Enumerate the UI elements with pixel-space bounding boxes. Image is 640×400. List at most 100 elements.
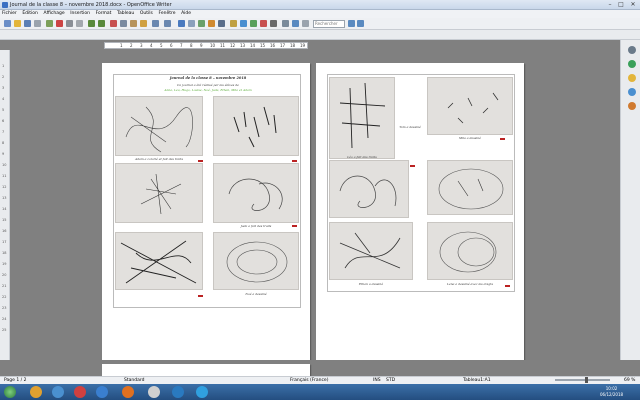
skype-icon[interactable] [172,386,184,398]
horizontal-ruler[interactable] [104,42,308,49]
drawing-photo [213,163,299,223]
ruler-number: 17 [280,43,286,48]
drawing-photo [427,77,513,135]
start-button-icon[interactable] [4,386,16,398]
image-icon[interactable] [198,20,205,27]
app-icon[interactable] [74,386,86,398]
openoffice-icon[interactable] [148,386,160,398]
vruler-number: 13 [2,196,7,200]
toolbar-options-icon[interactable] [302,20,309,27]
ruler-number: 18 [290,43,296,48]
open-folder-icon[interactable] [14,20,21,27]
vruler-number: 6 [2,119,5,123]
undo-icon[interactable] [152,20,159,27]
print-icon[interactable] [66,20,73,27]
find-down-icon[interactable] [348,20,355,27]
navigator-side-icon[interactable] [628,88,636,96]
edit-mode-icon[interactable] [46,20,53,27]
media-player-icon[interactable] [52,386,64,398]
drawing-photo [329,222,413,280]
drawing-photo [213,96,299,156]
drawing-photo [213,232,299,290]
navigator-icon[interactable] [240,20,247,27]
drawing-photo [115,163,203,223]
export-pdf-icon[interactable] [56,20,63,27]
dropbox-icon[interactable] [96,386,108,398]
menu-fichier[interactable]: Fichier [0,10,19,18]
hyperlink-icon[interactable] [178,20,185,27]
dense-scribble-drawing [120,240,197,284]
spellcheck-icon[interactable] [88,20,95,27]
red-mark [292,160,297,162]
zoom-slider[interactable] [555,379,610,381]
search-input[interactable]: Rechercher [313,20,345,28]
table-icon[interactable] [188,20,195,27]
properties-icon[interactable] [628,46,636,54]
drawing-caption: Noé a dessiné [245,292,267,296]
find-up-icon[interactable] [357,20,364,27]
zoom-slider-handle[interactable] [585,377,588,383]
menu-aide[interactable]: Aide [179,10,193,18]
nonprinting-chars-icon[interactable] [270,20,277,27]
menu-tableau[interactable]: Tableau [115,10,136,18]
vruler-number: 2 [2,75,5,79]
redo-icon[interactable] [164,20,171,27]
horizontal-ruler-bar [0,30,640,40]
new-document-icon[interactable] [4,20,11,27]
telegram-icon[interactable] [196,386,208,398]
firefox-icon[interactable] [122,386,134,398]
title-bar: Journal de la classe 8 – novembre 2018.d… [0,0,640,10]
drawing-caption: Jade a fait des traits [240,224,272,228]
autocheck-icon[interactable] [98,20,105,27]
windows-taskbar: 10:02 06/12/2018 [0,384,640,400]
vruler-number: 10 [2,163,7,167]
close-button[interactable]: ✕ [628,1,638,8]
vruler-number: 11 [2,174,7,178]
functions-side-icon[interactable] [628,102,636,110]
menu-affichage[interactable]: Affichage [41,10,66,18]
email-icon[interactable] [34,20,41,27]
status-bar: Page 1 / 2 Standard Français (France) IN… [0,376,640,384]
menu-outils[interactable]: Outils [138,10,155,18]
drawing-photo [115,232,203,290]
gallery-side-icon[interactable] [628,74,636,82]
red-mark [292,225,297,227]
print-preview-icon[interactable] [76,20,83,27]
ruler-number: 13 [240,43,246,48]
writer-app-icon [2,2,8,8]
system-clock[interactable]: 10:02 06/12/2018 [600,386,623,398]
drawing-photo [115,96,203,156]
file-explorer-icon[interactable] [30,386,42,398]
vruler-number: 21 [2,284,7,288]
swirl-drawing [228,178,283,211]
vruler-number: 8 [2,141,5,145]
minimize-button[interactable]: – [605,1,615,8]
zoom-icon[interactable] [282,20,289,27]
data-sources-icon[interactable] [260,20,267,27]
vruler-number: 24 [2,317,7,321]
loops-drawing [339,175,397,208]
gallery-icon[interactable] [250,20,257,27]
copy-icon[interactable] [120,20,127,27]
paste-icon[interactable] [130,20,137,27]
ruler-number: 2 [130,43,133,48]
help-icon[interactable] [292,20,299,27]
vruler-number: 7 [2,130,5,134]
menu-insertion[interactable]: Insertion [68,10,92,18]
drawing-caption: Léo a fait des traits [347,155,377,159]
chart-icon[interactable] [208,20,215,27]
styles-icon[interactable] [628,60,636,68]
menu-format[interactable]: Format [94,10,114,18]
menu-edition[interactable]: Édition [20,10,40,18]
clone-format-icon[interactable] [140,20,147,27]
ruler-number: 8 [190,43,193,48]
maximize-button[interactable]: □ [616,1,626,8]
drawing-caption: Ethan a dessiné [358,282,384,286]
draw-functions-icon[interactable] [218,20,225,27]
save-icon[interactable] [24,20,31,27]
cut-icon[interactable] [110,20,117,27]
menu-fenetre[interactable]: Fenêtre [156,10,177,18]
find-replace-icon[interactable] [230,20,237,27]
ruler-number: 10 [210,43,216,48]
ruler-number: 12 [230,43,236,48]
